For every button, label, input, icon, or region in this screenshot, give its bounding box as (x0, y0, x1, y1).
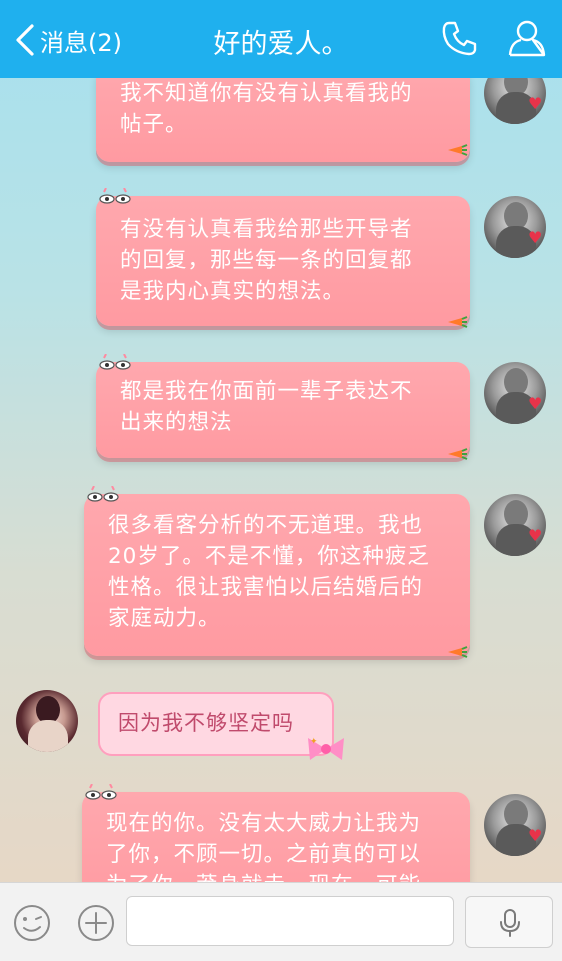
voice-button[interactable] (465, 896, 553, 948)
heart-icon: ♥ (528, 394, 543, 413)
carrot-icon (448, 316, 468, 328)
heart-icon: ♥ (528, 826, 543, 845)
heart-icon: ♥ (528, 94, 543, 113)
message-bubble-sent[interactable]: 现在的你。没有太大威力让我为 了你，不顾一切。之前真的可以 为了你，莽身就走。现… (82, 784, 470, 882)
avatar-self[interactable]: ♥ (484, 362, 546, 424)
bunny-face-icon (85, 784, 117, 800)
phone-call-icon[interactable] (440, 18, 480, 58)
plus-icon[interactable] (76, 903, 116, 943)
message-text: 都是我在你面前一辈子表达不 出来的想法 (120, 379, 413, 435)
message-text: 我不知道你有没有认真看我的 帖子。 (120, 81, 413, 137)
avatar-contact[interactable] (16, 690, 78, 752)
message-text: 因为我不够坚定吗 (118, 711, 294, 735)
avatar-self[interactable]: ♥ (484, 494, 546, 556)
carrot-icon (448, 646, 468, 658)
emoji-icon[interactable] (12, 903, 52, 943)
message-bubble-sent[interactable]: 有没有认真看我给那些开导者 的回复，那些每一条的回复都 是我内心真实的想法。 (96, 188, 470, 328)
bow-icon: ✦ (308, 737, 344, 760)
message-input[interactable] (126, 896, 454, 946)
heart-icon: ♥ (528, 526, 543, 545)
composer-bar (0, 882, 562, 961)
bunny-face-icon (99, 188, 131, 204)
chat-header: 消息(2) 好的爱人。 (0, 0, 562, 78)
carrot-icon (448, 448, 468, 460)
carrot-icon (448, 144, 468, 156)
profile-icon[interactable] (506, 18, 548, 58)
message-bubble-sent[interactable]: 我不知道你有没有认真看我的 帖子。 (96, 78, 470, 162)
bunny-face-icon (87, 486, 119, 502)
avatar-self[interactable]: ♥ (484, 196, 546, 258)
message-text: 很多看客分析的不无道理。我也 20岁了。不是不懂，你这种疲乏 性格。很让我害怕以… (108, 513, 430, 631)
heart-icon: ♥ (528, 228, 543, 247)
message-bubble-sent[interactable]: 很多看客分析的不无道理。我也 20岁了。不是不懂，你这种疲乏 性格。很让我害怕以… (84, 486, 470, 658)
avatar-self[interactable]: ♥ (484, 78, 546, 124)
bunny-face-icon (99, 354, 131, 370)
message-bubble-received[interactable]: 因为我不够坚定吗 ✦ (98, 692, 344, 760)
microphone-icon (500, 909, 520, 937)
message-text: 有没有认真看我给那些开导者 的回复，那些每一条的回复都 是我内心真实的想法。 (120, 217, 413, 304)
message-list[interactable]: 我不知道你有没有认真看我的 帖子。 ♥ 有没有认真看我给那些开导者 的回复，那些… (0, 78, 562, 882)
svg-text:✦: ✦ (310, 737, 319, 747)
avatar-self[interactable]: ♥ (484, 794, 546, 856)
message-bubble-sent[interactable]: 都是我在你面前一辈子表达不 出来的想法 (96, 354, 470, 460)
message-text: 现在的你。没有太大威力让我为 了你，不顾一切。之前真的可以 为了你，莽身就走。现… (106, 811, 422, 882)
